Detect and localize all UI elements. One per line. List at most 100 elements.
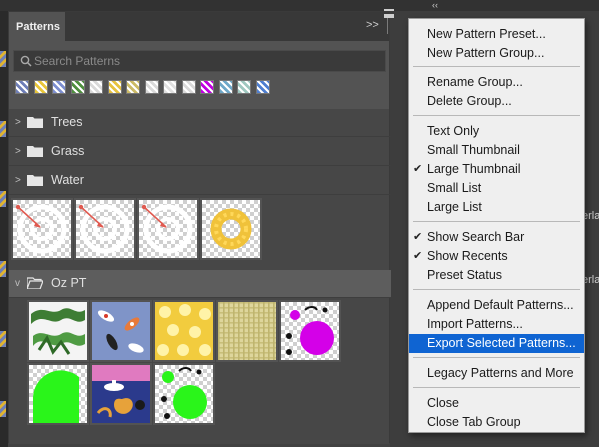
menu-item-small-thumbnail[interactable]: Small Thumbnail <box>409 141 584 160</box>
folder-icon <box>27 117 43 128</box>
recent-pattern-swatch[interactable] <box>218 80 233 94</box>
group-grass[interactable]: > Grass <box>9 138 391 166</box>
pattern-thumbnail[interactable] <box>74 198 136 260</box>
pattern-thumbnail[interactable] <box>90 363 152 425</box>
tab-patterns[interactable]: Patterns <box>9 12 65 41</box>
menu-item-label: New Pattern Preset... <box>427 27 546 41</box>
panel-tab-bar: Patterns >> <box>9 12 389 41</box>
menu-item-label: Rename Group... <box>427 75 523 89</box>
panel-menu-icon[interactable] <box>384 9 394 18</box>
submarine-pattern <box>92 365 150 418</box>
chevron-right-icon[interactable]: > <box>15 117 21 128</box>
menu-item-import-patterns[interactable]: Import Patterns... <box>409 315 584 334</box>
green-quarter-pattern <box>33 370 79 423</box>
recent-pattern-swatch[interactable] <box>126 80 140 94</box>
menu-item-label: Close <box>427 396 459 410</box>
group-label: Trees <box>51 115 83 129</box>
menu-item-preset-status[interactable]: Preset Status <box>409 266 584 285</box>
group-label: Grass <box>51 144 85 158</box>
pattern-thumbnail[interactable] <box>27 300 89 362</box>
menu-item-show-search-bar[interactable]: ✔ Show Search Bar <box>409 228 584 247</box>
tab-divider <box>387 18 388 34</box>
magenta-circle-pattern <box>286 306 334 355</box>
search-input[interactable] <box>34 53 374 69</box>
recent-pattern-swatch[interactable] <box>144 80 159 94</box>
recent-pattern-swatch[interactable] <box>52 80 66 94</box>
pattern-thumbnail[interactable] <box>153 363 215 425</box>
menu-item-rename-group[interactable]: Rename Group... <box>409 73 584 92</box>
chevron-right-icon[interactable]: > <box>15 146 21 157</box>
chevron-right-icon[interactable]: > <box>15 175 21 186</box>
recent-pattern-swatch[interactable] <box>33 80 48 94</box>
checkmark-icon: ✔ <box>413 163 423 175</box>
pattern-thumbnail[interactable] <box>216 300 278 362</box>
collapse-panels-icon[interactable]: ‹‹ <box>432 0 438 10</box>
menu-item-new-pattern-preset[interactable]: New Pattern Preset... <box>409 25 584 44</box>
pattern-thumbnail[interactable] <box>153 300 215 362</box>
expand-panel-icon[interactable]: >> <box>366 19 379 31</box>
koi-fish-pattern <box>97 310 144 353</box>
menu-separator <box>413 115 580 116</box>
pattern-thumbnail[interactable] <box>137 198 199 260</box>
recent-pattern-swatch[interactable] <box>181 80 196 94</box>
search-field[interactable] <box>13 50 386 72</box>
menu-item-new-pattern-group[interactable]: New Pattern Group... <box>409 44 584 63</box>
recent-pattern-swatch[interactable] <box>70 80 85 94</box>
menu-item-label: Large Thumbnail <box>427 162 521 176</box>
search-icon <box>20 55 32 67</box>
pattern-thumbnail[interactable] <box>90 300 152 362</box>
menu-item-label: Delete Group... <box>427 94 512 108</box>
pattern-thumbnail[interactable] <box>200 198 262 260</box>
recent-pattern-swatch[interactable] <box>200 80 214 94</box>
folder-open-icon <box>27 277 43 289</box>
menu-item-label: Small Thumbnail <box>427 143 520 157</box>
group-label: Water <box>51 173 84 187</box>
recent-pattern-swatch[interactable] <box>237 80 251 94</box>
recent-pattern-swatch[interactable] <box>89 80 103 94</box>
panel-flyout-menu: New Pattern Preset... New Pattern Group..… <box>408 18 585 433</box>
group-oz-pt[interactable]: v Oz PT <box>9 270 391 298</box>
recent-pattern-swatch[interactable] <box>15 80 29 94</box>
menu-item-legacy-patterns-and-more[interactable]: Legacy Patterns and More <box>409 364 584 383</box>
pattern-thumbnail[interactable] <box>11 198 73 260</box>
burlap-pattern <box>218 302 276 360</box>
menu-item-text-only[interactable]: Text Only <box>409 122 584 141</box>
target-arrow-pattern <box>141 204 193 254</box>
group-trees[interactable]: > Trees <box>9 109 391 137</box>
menu-item-small-list[interactable]: Small List <box>409 179 584 198</box>
menu-item-close-tab-group[interactable]: Close Tab Group <box>409 413 584 432</box>
menu-item-label: Export Selected Patterns... <box>427 336 576 350</box>
menu-item-large-thumbnail[interactable]: ✔ Large Thumbnail <box>409 160 584 179</box>
pattern-thumbnail[interactable] <box>27 363 89 425</box>
recent-pattern-swatch[interactable] <box>163 80 177 94</box>
menu-item-append-default-patterns[interactable]: Append Default Patterns... <box>409 296 584 315</box>
menu-separator <box>413 387 580 388</box>
group-water[interactable]: > Water <box>9 167 391 195</box>
menu-item-label: New Pattern Group... <box>427 46 545 60</box>
menu-item-close[interactable]: Close <box>409 394 584 413</box>
menu-item-label: Show Recents <box>427 249 508 263</box>
menu-item-show-recents[interactable]: ✔ Show Recents <box>409 247 584 266</box>
leaf-pattern <box>31 308 85 355</box>
menu-item-delete-group[interactable]: Delete Group... <box>409 92 584 111</box>
menu-item-large-list[interactable]: Large List <box>409 198 584 217</box>
folder-icon <box>27 175 43 186</box>
pattern-thumbnail[interactable] <box>279 300 341 362</box>
menu-item-label: Preset Status <box>427 268 503 282</box>
chevron-down-icon[interactable]: v <box>15 278 20 289</box>
menu-separator <box>413 289 580 290</box>
donut-pattern <box>210 208 252 250</box>
target-arrow-pattern <box>15 204 67 254</box>
menu-item-label: Close Tab Group <box>427 415 521 429</box>
target-arrow-pattern <box>78 204 130 254</box>
menu-item-label: Small List <box>427 181 482 195</box>
menu-separator <box>413 221 580 222</box>
menu-item-label: Large List <box>427 200 482 214</box>
menu-item-export-selected-patterns[interactable]: Export Selected Patterns... <box>409 334 584 353</box>
menu-item-label: Append Default Patterns... <box>427 298 574 312</box>
folder-icon <box>27 146 43 157</box>
menu-item-label: Text Only <box>427 124 480 138</box>
recent-pattern-swatch[interactable] <box>255 80 270 94</box>
recent-pattern-swatch[interactable] <box>107 80 122 94</box>
group-label: Oz PT <box>51 276 87 290</box>
